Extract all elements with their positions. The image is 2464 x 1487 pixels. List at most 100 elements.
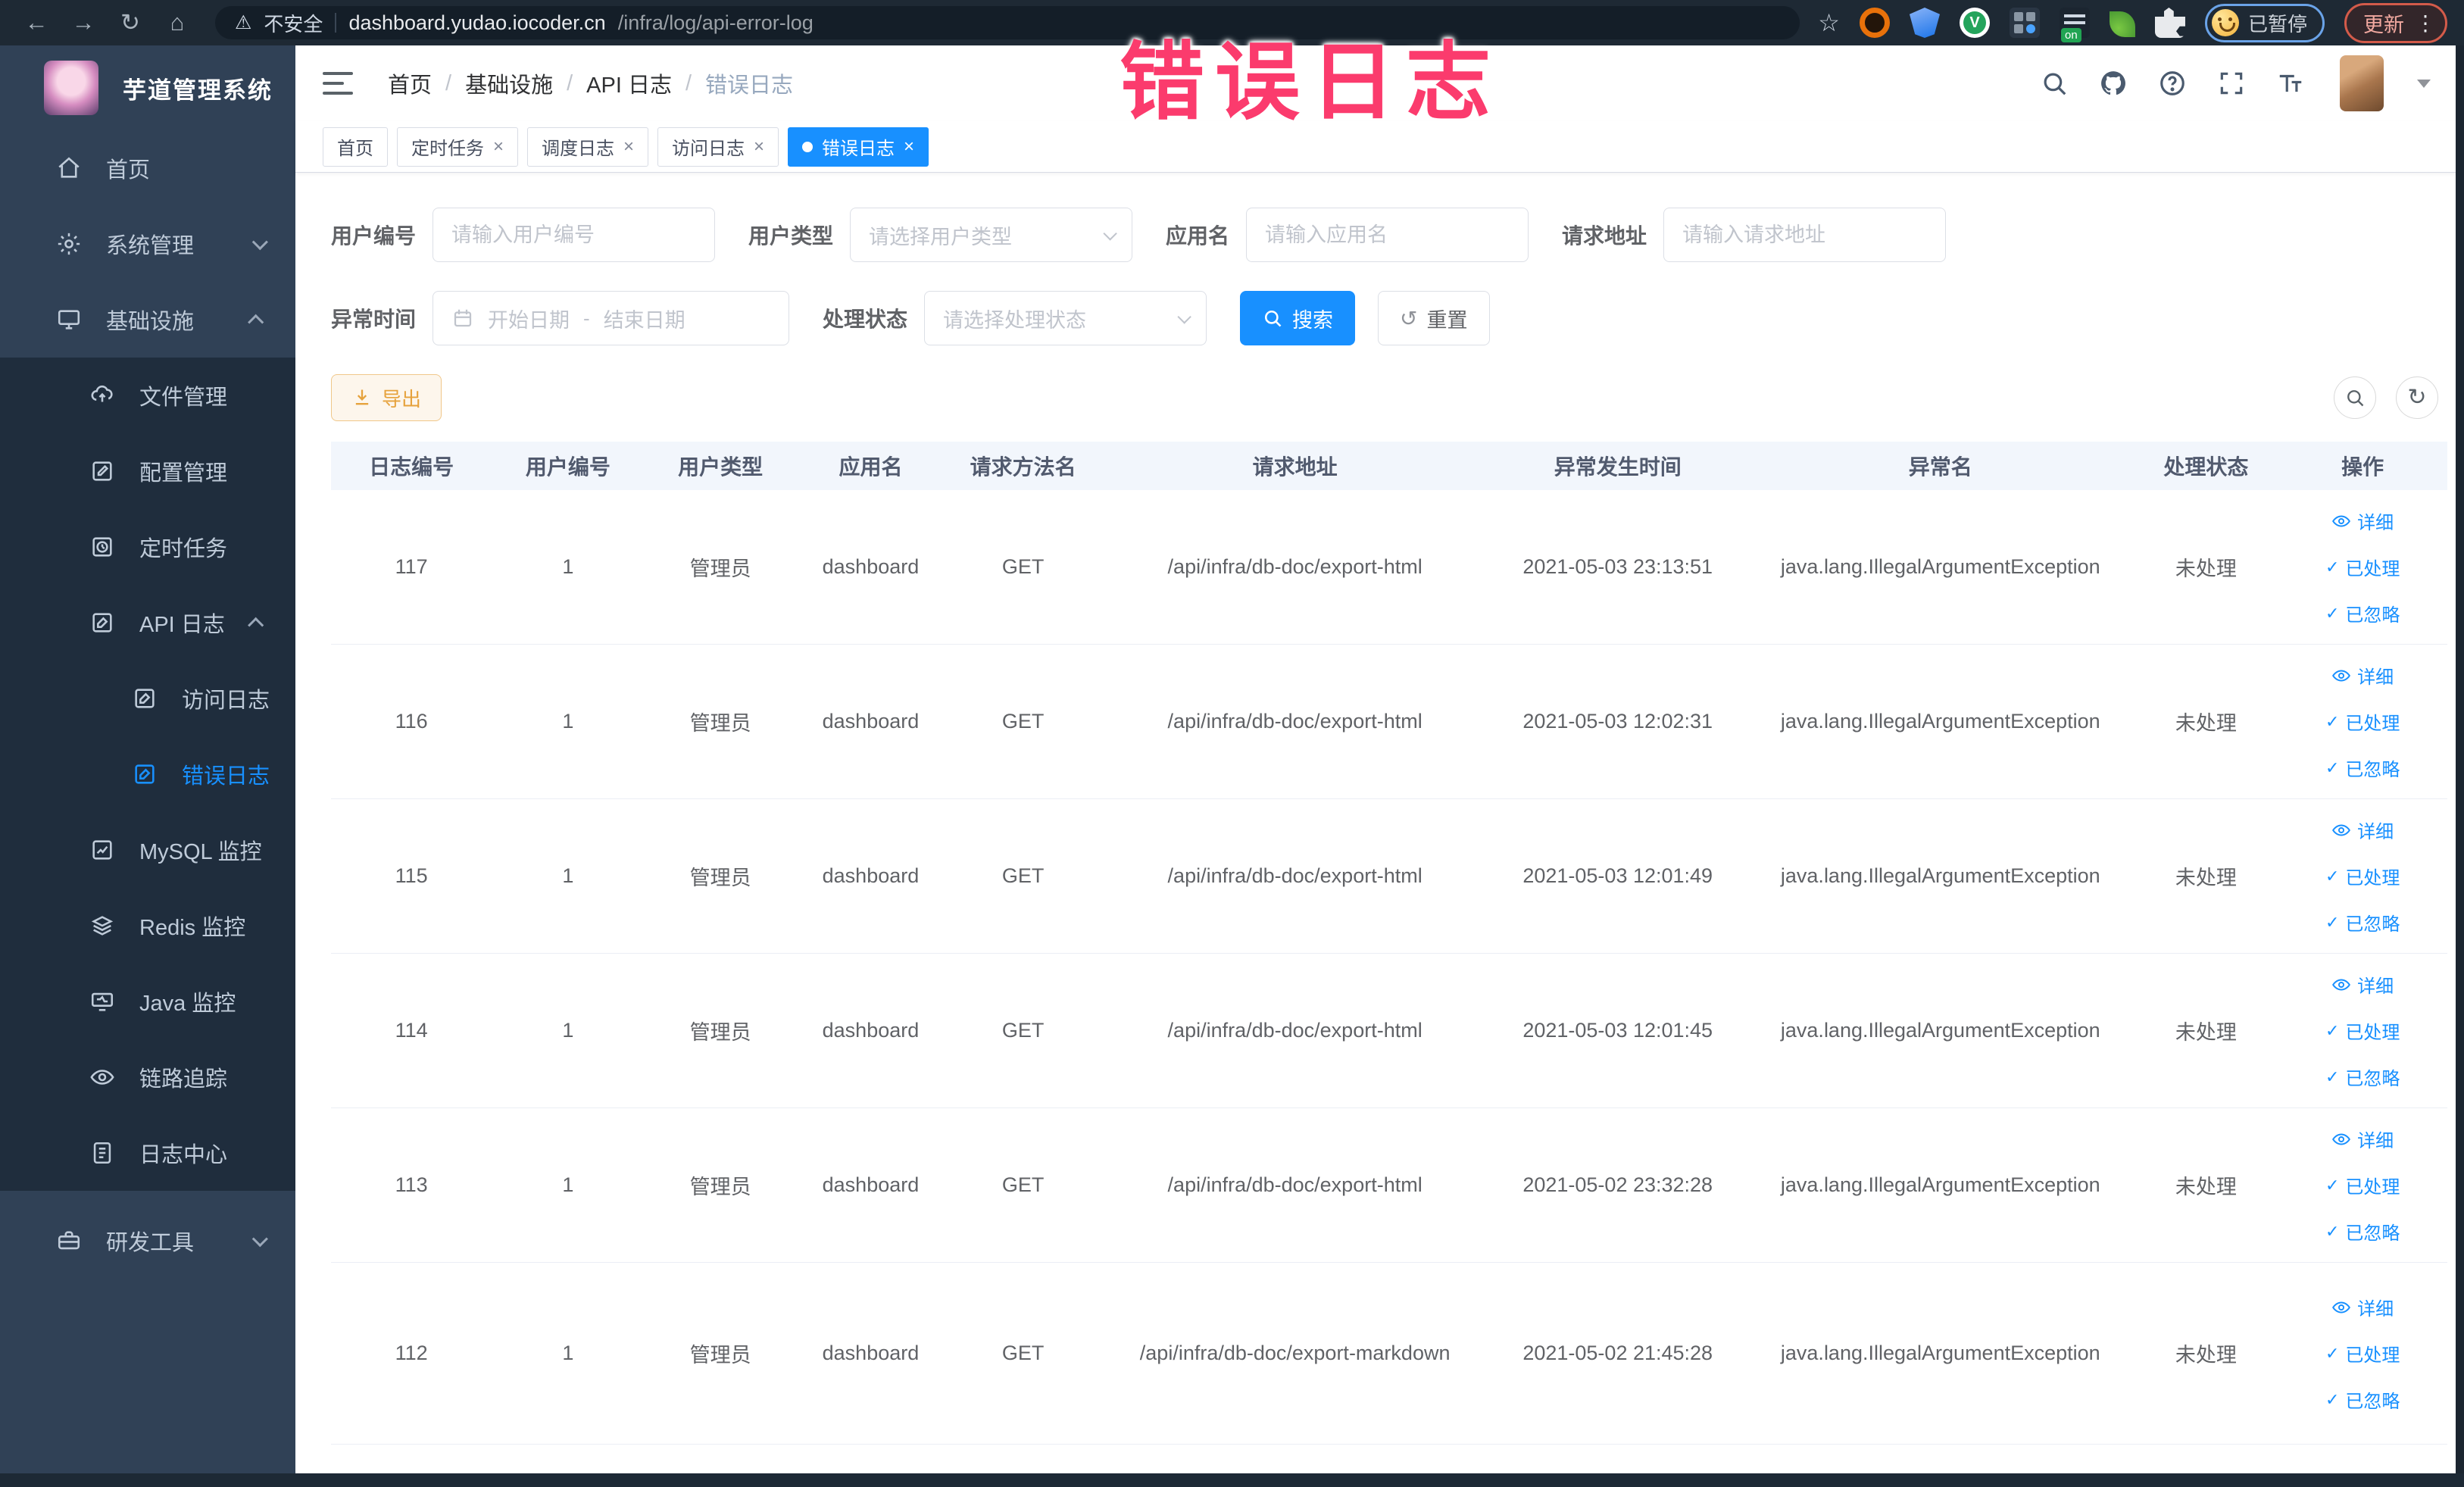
sidebar-item-file-manage[interactable]: 文件管理 — [0, 358, 295, 433]
mark-processed-link[interactable]: ✓ 已处理 — [2325, 1017, 2400, 1044]
sidebar-item-system[interactable]: 系统管理 — [0, 206, 295, 282]
tab-access-log[interactable]: 访问日志 × — [657, 127, 779, 167]
breadcrumb-item[interactable]: 首页 — [388, 67, 432, 99]
sidebar-item-infra[interactable]: 基础设施 — [0, 282, 295, 358]
mark-ignored-link[interactable]: ✓ 已忽略 — [2325, 754, 2400, 781]
extension-v-glyph: V — [1963, 11, 1986, 34]
browser-forward-icon[interactable]: → — [64, 0, 103, 45]
close-icon[interactable]: × — [754, 136, 764, 158]
mark-processed-link[interactable]: ✓ 已处理 — [2325, 708, 2400, 735]
check-icon: ✓ — [2325, 866, 2340, 886]
column-header: 请求方法名 — [970, 455, 1076, 479]
column-header: 用户类型 — [678, 455, 764, 479]
sidebar-item-access-log[interactable]: 访问日志 — [0, 661, 295, 736]
github-icon[interactable] — [2099, 69, 2128, 98]
tab-home[interactable]: 首页 — [323, 127, 388, 167]
mark-ignored-link[interactable]: ✓ 已忽略 — [2325, 600, 2400, 626]
cell-status: 未处理 — [2175, 1176, 2237, 1198]
sidebar-item-java-monitor[interactable]: Java 监控 — [0, 964, 295, 1039]
breadcrumb-item[interactable]: 基础设施 — [465, 67, 553, 99]
detail-link[interactable]: 详细 — [2331, 971, 2394, 998]
browser-back-icon[interactable]: ← — [17, 0, 56, 45]
sidebar-collapse-icon[interactable] — [323, 72, 354, 95]
browser-home-icon[interactable]: ⌂ — [158, 0, 197, 45]
check-icon: ✓ — [2325, 1389, 2340, 1409]
extension-shield-icon[interactable] — [1909, 8, 1940, 38]
avatar-caret-icon[interactable] — [2417, 79, 2431, 88]
tab-scheduled-jobs[interactable]: 定时任务 × — [397, 127, 519, 167]
sidebar-logo-row[interactable]: 芋道管理系统 — [0, 45, 295, 130]
sidebar-item-trace[interactable]: 链路追踪 — [0, 1039, 295, 1115]
sidebar-item-redis-monitor[interactable]: Redis 监控 — [0, 888, 295, 964]
user-id-input[interactable] — [451, 223, 697, 247]
fullscreen-icon[interactable] — [2217, 69, 2246, 98]
sidebar-item-mysql-monitor[interactable]: MySQL 监控 — [0, 812, 295, 888]
user-type-select[interactable]: 请选择用户类型 — [850, 208, 1133, 262]
filter-row-1: 用户编号 用户类型 请选择用户类型 应用名 — [331, 208, 2447, 262]
mark-processed-link[interactable]: ✓ 已处理 — [2325, 554, 2400, 580]
search-button[interactable]: 搜索 — [1240, 291, 1356, 345]
user-avatar[interactable] — [2340, 55, 2384, 111]
process-status-select[interactable]: 请选择处理状态 — [924, 291, 1207, 345]
profile-paused-chip[interactable]: 已暂停 — [2204, 3, 2325, 42]
chevron-down-icon — [1177, 309, 1191, 324]
breadcrumb-item[interactable]: API 日志 — [586, 67, 672, 99]
sidebar-item-error-log[interactable]: 错误日志 — [0, 736, 295, 812]
refresh-button[interactable]: ↻ — [2396, 376, 2438, 419]
check-icon: ✓ — [2325, 1175, 2340, 1195]
sidebar-item-home[interactable]: 首页 — [0, 130, 295, 206]
browser-scrollbar[interactable] — [2456, 45, 2464, 1487]
close-icon[interactable]: × — [623, 136, 634, 158]
filter-label: 异常时间 — [331, 308, 417, 331]
sidebar-item-scheduled-jobs[interactable]: 定时任务 — [0, 509, 295, 585]
address-bar[interactable]: ⚠ 不安全 dashboard.yudao.iocoder.cn/infra/l… — [215, 6, 1800, 39]
column-header: 应用名 — [839, 455, 903, 479]
detail-link[interactable]: 详细 — [2331, 662, 2394, 689]
close-icon[interactable]: × — [493, 136, 504, 158]
sidebar-item-log-center[interactable]: 日志中心 — [0, 1115, 295, 1191]
tab-schedule-log[interactable]: 调度日志 × — [527, 127, 649, 167]
extension-on-icon[interactable]: on — [2059, 8, 2090, 42]
sidebar-item-config-manage[interactable]: 配置管理 — [0, 433, 295, 509]
extensions-puzzle-icon[interactable] — [2154, 8, 2185, 38]
search-icon[interactable] — [2040, 69, 2069, 98]
mark-ignored-link[interactable]: ✓ 已忽略 — [2325, 1218, 2400, 1245]
extension-leaf-icon[interactable] — [2109, 11, 2135, 37]
app-name-input[interactable] — [1265, 223, 1510, 247]
mark-processed-link[interactable]: ✓ 已处理 — [2325, 863, 2400, 889]
close-icon[interactable]: × — [904, 136, 914, 158]
mark-processed-link[interactable]: ✓ 已处理 — [2325, 1172, 2400, 1198]
ignored-link-label: 已忽略 — [2345, 1223, 2400, 1244]
browser-reload-icon[interactable]: ↻ — [111, 0, 150, 45]
mark-ignored-link[interactable]: ✓ 已忽略 — [2325, 909, 2400, 936]
mark-processed-link[interactable]: ✓ 已处理 — [2325, 1340, 2400, 1367]
reset-button[interactable]: ↺ 重置 — [1378, 291, 1490, 345]
sidebar-item-api-log[interactable]: API 日志 — [0, 585, 295, 661]
cell-app-name: dashboard — [822, 864, 920, 887]
search-toggle-button[interactable] — [2334, 376, 2376, 419]
update-label: 更新 — [2363, 13, 2404, 36]
bookmark-star-icon[interactable]: ☆ — [1818, 8, 1840, 37]
error-log-icon — [132, 761, 158, 787]
extension-orange-icon[interactable] — [1859, 8, 1890, 38]
export-button[interactable]: 导出 — [331, 374, 442, 421]
cell-exception-time: 2021-05-03 12:01:45 — [1522, 1019, 1713, 1042]
tab-error-log[interactable]: 错误日志 × — [788, 127, 929, 167]
sidebar-item-label: MySQL 监控 — [139, 840, 262, 864]
extension-grid-icon[interactable] — [2009, 8, 2040, 38]
mark-ignored-link[interactable]: ✓ 已忽略 — [2325, 1386, 2400, 1413]
browser-update-button[interactable]: 更新 ⋮ — [2344, 2, 2447, 43]
chevron-down-icon — [1103, 226, 1117, 241]
date-range-picker[interactable]: 开始日期 - 结束日期 — [433, 291, 790, 345]
detail-link[interactable]: 详细 — [2331, 508, 2394, 534]
detail-link[interactable]: 详细 — [2331, 817, 2394, 843]
request-url-input[interactable] — [1682, 223, 1928, 247]
help-icon[interactable] — [2158, 69, 2187, 98]
extension-v-icon[interactable]: V — [1959, 8, 1990, 38]
browser-menu-icon[interactable]: ⋮ — [2415, 11, 2436, 36]
font-size-icon[interactable] — [2276, 69, 2305, 98]
mark-ignored-link[interactable]: ✓ 已忽略 — [2325, 1064, 2400, 1090]
detail-link[interactable]: 详细 — [2331, 1294, 2394, 1320]
detail-link[interactable]: 详细 — [2331, 1126, 2394, 1152]
sidebar-item-devtools[interactable]: 研发工具 — [0, 1203, 295, 1279]
